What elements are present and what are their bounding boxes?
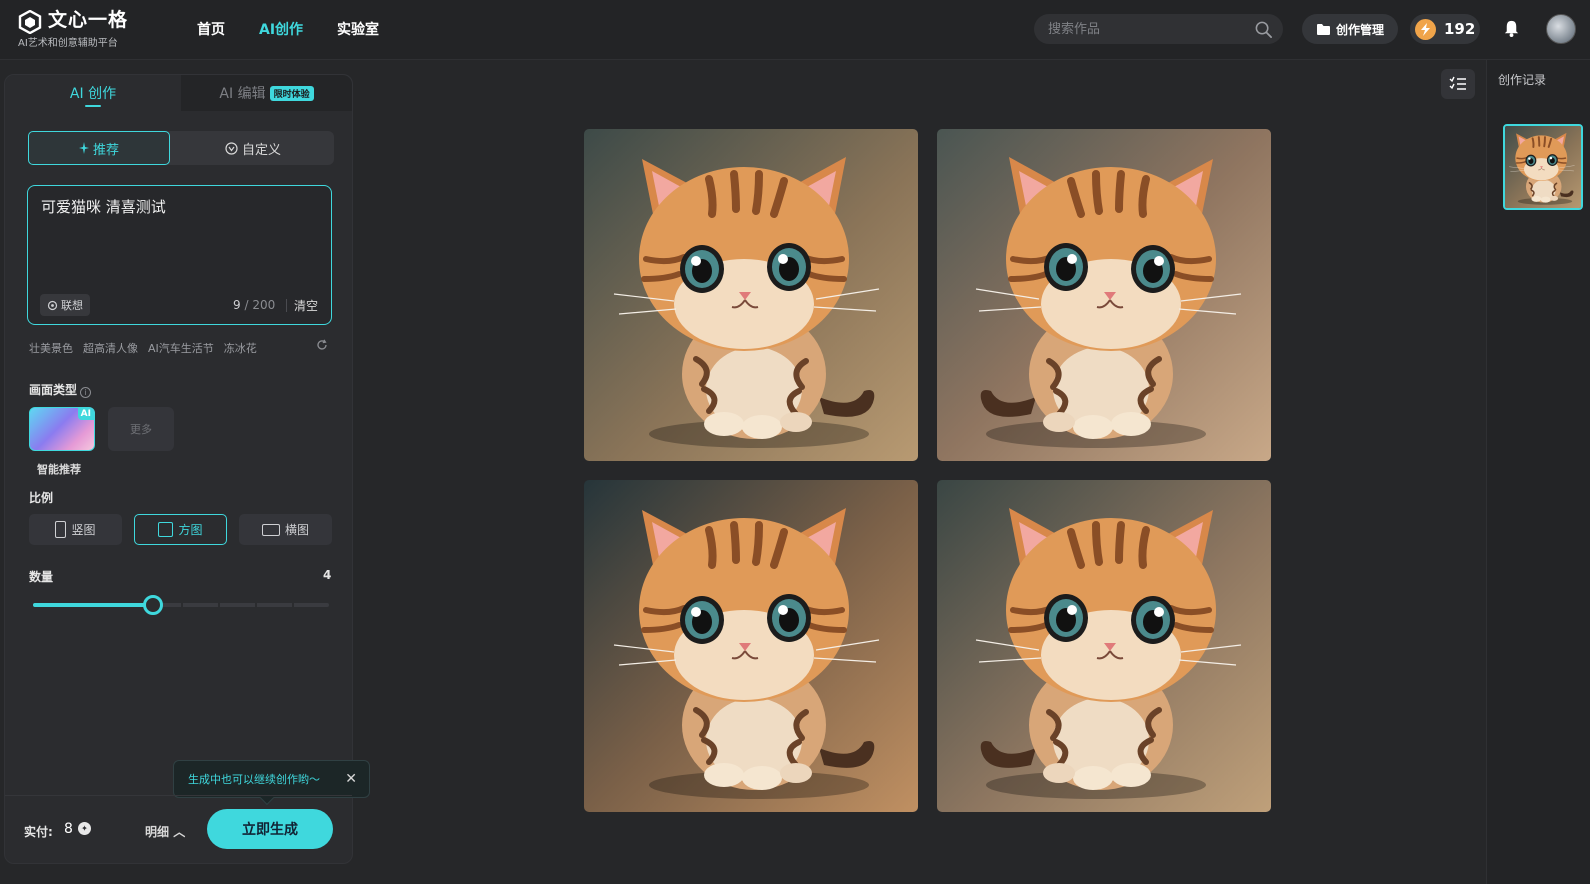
- top-bar: 文心一格 AI艺术和创意辅助平台 首页 AI创作 实验室 创作管理 192: [0, 0, 1590, 60]
- sparkle-icon: [78, 142, 89, 154]
- suggestion-item[interactable]: 冻冰花: [224, 340, 257, 356]
- quantity-label: 数量: [29, 570, 54, 584]
- slider-tick: [218, 603, 220, 607]
- portrait-icon: [55, 521, 67, 538]
- slider-tick: [255, 603, 257, 607]
- slider-thumb[interactable]: [143, 595, 163, 615]
- prompt-box: 可爱猫咪 清喜测试 联想 9 / 200 清空: [27, 185, 332, 325]
- result-image-3[interactable]: [584, 480, 918, 812]
- points-value: 192: [1444, 20, 1476, 38]
- mode-recommend-button[interactable]: 推荐: [28, 131, 170, 165]
- tip-toast: 生成中也可以继续创作哟～ ✕: [173, 760, 370, 806]
- tab-ai-edit-label: AI 编辑: [219, 86, 266, 102]
- logo[interactable]: 文心一格 AI艺术和创意辅助平台: [18, 8, 128, 49]
- panel-tabs: AI 创作 AI 编辑 限时体验: [5, 75, 352, 111]
- mode-custom-button[interactable]: 自定义: [182, 133, 324, 163]
- picture-type-label: 画面类型: [29, 383, 78, 397]
- ratio-landscape-button[interactable]: 横图: [239, 514, 332, 545]
- tab-ai-create[interactable]: AI 创作: [5, 75, 181, 111]
- panel-footer: 实付: 8 ✦ 明细 ︿ 立即生成: [5, 795, 352, 863]
- slider-tick: [181, 603, 183, 607]
- points-balance[interactable]: 192: [1410, 14, 1480, 44]
- history-thumbnail[interactable]: [1503, 124, 1583, 210]
- ratio-portrait-label: 竖图: [71, 523, 96, 537]
- coin-icon: ✦: [78, 822, 91, 835]
- prompt-input[interactable]: 可爱猫咪 清喜测试: [41, 196, 321, 256]
- tab-ai-create-label: AI 创作: [69, 86, 117, 102]
- slider-tick: [292, 603, 294, 607]
- tab-underline: [85, 105, 101, 107]
- mode-recommend-label: 推荐: [92, 142, 119, 158]
- suggestion-item[interactable]: 超高清人像: [83, 340, 138, 356]
- logo-mark-icon: [18, 10, 42, 34]
- search-bar: [1034, 14, 1283, 44]
- main-nav: 首页 AI创作 实验室: [197, 19, 379, 39]
- nav-lab[interactable]: 实验室: [337, 19, 379, 39]
- ratio-label: 比例: [29, 491, 54, 505]
- picture-type-heading: 画面类型 i: [29, 381, 92, 398]
- avatar[interactable]: [1546, 14, 1576, 44]
- landscape-icon: [261, 523, 280, 536]
- generate-button[interactable]: 立即生成: [207, 809, 333, 849]
- type-card-label: 智能推荐: [37, 463, 81, 476]
- folder-icon: [1316, 23, 1330, 35]
- info-icon[interactable]: i: [80, 387, 92, 398]
- limited-trial-badge: 限时体验: [269, 85, 314, 101]
- ai-tag: AI: [77, 408, 94, 420]
- mode-custom-label: 自定义: [241, 142, 281, 158]
- slider-fill: [33, 603, 153, 607]
- associate-button[interactable]: 联想: [40, 294, 90, 316]
- history-sidebar: 创作记录: [1486, 60, 1590, 884]
- char-count: 9: [233, 298, 241, 312]
- logo-subtitle: AI艺术和创意辅助平台: [18, 38, 118, 49]
- result-image-1[interactable]: [584, 129, 918, 461]
- detail-label: 明细: [145, 825, 170, 839]
- nav-home[interactable]: 首页: [197, 19, 225, 39]
- custom-icon: [225, 141, 238, 155]
- detail-button[interactable]: 明细 ︿: [145, 823, 185, 840]
- creation-panel: AI 创作 AI 编辑 限时体验 推荐 自定义 可爱猫咪 清喜测试 联想 9 /…: [4, 74, 370, 864]
- suggestion-item[interactable]: AI汽车生活节: [148, 340, 214, 356]
- result-image-4[interactable]: [937, 480, 1271, 812]
- mode-switch: 推荐 自定义: [28, 131, 334, 165]
- search-input[interactable]: [1048, 20, 1248, 38]
- associate-icon: [47, 300, 58, 310]
- ratio-portrait-button[interactable]: 竖图: [29, 514, 122, 545]
- nav-ai-create[interactable]: AI创作: [259, 19, 303, 39]
- type-more-button[interactable]: 更多: [108, 407, 174, 451]
- square-icon: [158, 522, 174, 537]
- bell-icon[interactable]: [1502, 19, 1521, 38]
- tip-text: 生成中也可以继续创作哟～: [188, 773, 320, 786]
- tab-ai-edit[interactable]: AI 编辑 限时体验: [181, 75, 352, 111]
- logo-title: 文心一格: [48, 9, 129, 31]
- associate-label: 联想: [61, 299, 83, 312]
- suggestion-item[interactable]: 壮美景色: [29, 340, 73, 356]
- quantity-slider[interactable]: [33, 595, 329, 615]
- pay-value: 8: [64, 821, 73, 837]
- creation-management-button[interactable]: 创作管理: [1302, 14, 1398, 44]
- result-image-2[interactable]: [937, 129, 1271, 461]
- list-view-icon[interactable]: [1441, 69, 1475, 99]
- char-counter: 9 / 200: [233, 298, 275, 312]
- history-title: 创作记录: [1498, 73, 1547, 87]
- type-card-smart[interactable]: AI: [29, 407, 95, 451]
- quantity-value: 4: [323, 568, 332, 582]
- lightning-icon: [1415, 18, 1436, 40]
- ratio-landscape-label: 横图: [284, 523, 309, 537]
- close-icon[interactable]: ✕: [345, 771, 357, 787]
- creation-management-label: 创作管理: [1335, 22, 1384, 37]
- clear-button[interactable]: 清空: [294, 297, 318, 314]
- search-icon[interactable]: [1254, 20, 1273, 39]
- counter-divider: [286, 299, 287, 312]
- refresh-icon[interactable]: [316, 339, 328, 351]
- ratio-square-label: 方图: [178, 523, 203, 537]
- chevron-up-icon: ︿: [173, 825, 186, 839]
- ratio-square-button[interactable]: 方图: [134, 514, 227, 545]
- pay-label: 实付:: [24, 825, 53, 839]
- char-max: / 200: [244, 298, 276, 312]
- suggestion-list: 壮美景色 超高清人像 AI汽车生活节 冻冰花: [29, 340, 257, 356]
